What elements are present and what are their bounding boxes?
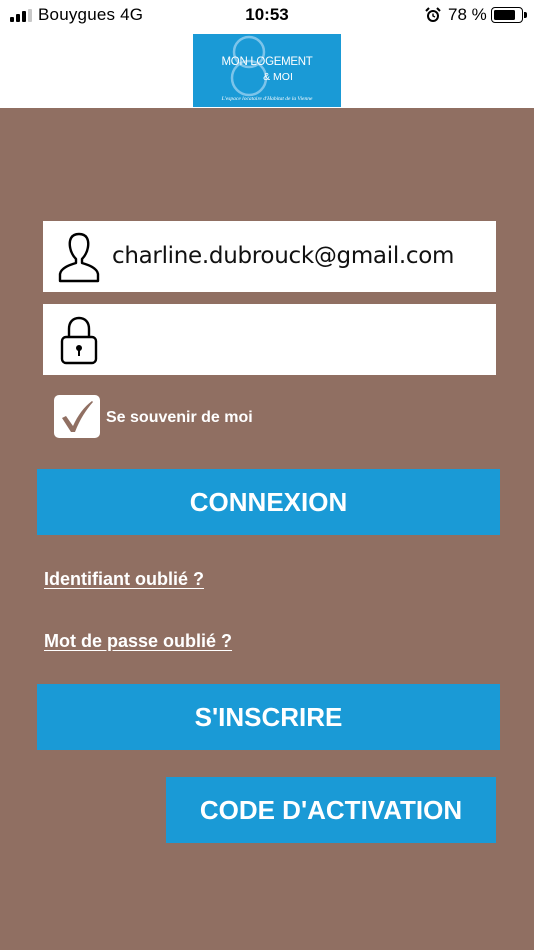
remember-label: Se souvenir de moi: [106, 409, 253, 426]
alarm-icon: [425, 7, 441, 22]
forgot-id-link[interactable]: Identifiant oublié ?: [44, 569, 204, 590]
register-button[interactable]: S'INSCRIRE: [37, 684, 500, 750]
password-field[interactable]: [43, 304, 496, 375]
logo-title: MON LOGEMENT: [221, 56, 313, 68]
battery-percent: 78 %: [448, 5, 487, 24]
email-field[interactable]: charline.dubrouck@gmail.com: [43, 221, 496, 292]
logo-tagline: L'espace locataire d'Habitat de la Vienn…: [221, 96, 313, 102]
battery-icon: [491, 7, 527, 23]
status-bar: Bouygues 4G 10:53 78 %: [0, 0, 534, 30]
app-logo: MON LOGEMENT & MOI L'espace locataire d'…: [193, 34, 341, 107]
lock-icon: [60, 316, 98, 365]
logo-subtitle: & MOI: [263, 71, 293, 83]
checkmark-icon: [62, 401, 93, 432]
login-button[interactable]: CONNEXION: [37, 469, 500, 535]
user-icon: [58, 232, 100, 283]
email-value: charline.dubrouck@gmail.com: [112, 243, 455, 269]
activation-code-button[interactable]: CODE D'ACTIVATION: [166, 777, 496, 843]
app-header: MON LOGEMENT & MOI L'espace locataire d'…: [0, 30, 534, 108]
remember-checkbox[interactable]: [54, 395, 100, 438]
forgot-password-link[interactable]: Mot de passe oublié ?: [44, 631, 232, 652]
